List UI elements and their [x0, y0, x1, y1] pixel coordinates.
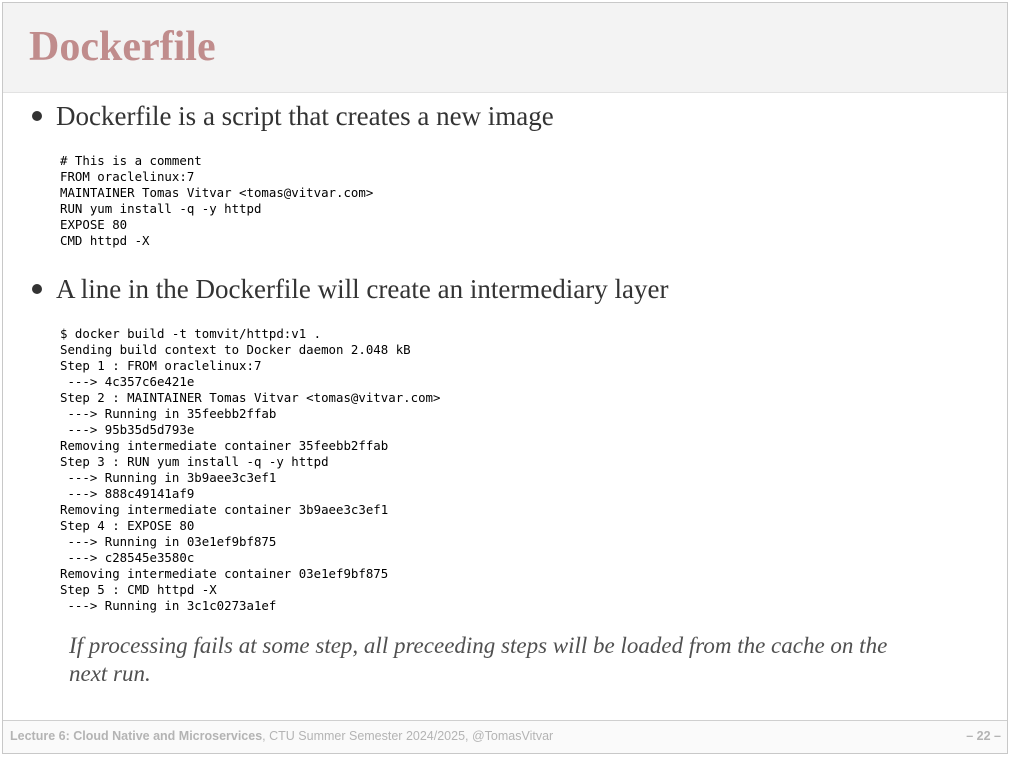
slide-footer: Lecture 6: Cloud Native and Microservice… [3, 720, 1007, 753]
slide: Dockerfile Dockerfile is a script that c… [2, 2, 1008, 754]
footer-course-info: , CTU Summer Semester 2024/2025, @TomasV… [262, 729, 554, 743]
bullet-dot-icon [32, 283, 42, 294]
footer-lecture-title: Lecture 6: Cloud Native and Microservice… [10, 729, 263, 743]
slide-header: Dockerfile [3, 3, 1007, 93]
slide-title: Dockerfile [29, 24, 216, 70]
bullet-item: A line in the Dockerfile will create an … [29, 273, 668, 305]
bullet-item: Dockerfile is a script that creates a ne… [29, 100, 554, 132]
footer-info: Lecture 6: Cloud Native and Microservice… [10, 729, 553, 743]
code-block-dockerfile: # This is a comment FROM oraclelinux:7 M… [60, 153, 374, 248]
page-number: – 22 – [966, 729, 1001, 743]
bullet-text: A line in the Dockerfile will create an … [56, 274, 669, 304]
bullet-text: Dockerfile is a script that creates a ne… [56, 101, 554, 131]
code-block-build-output: $ docker build -t tomvit/httpd:v1 . Send… [60, 326, 441, 613]
cache-note: If processing fails at some step, all pr… [69, 633, 888, 686]
bullet-dot-icon [32, 110, 42, 121]
